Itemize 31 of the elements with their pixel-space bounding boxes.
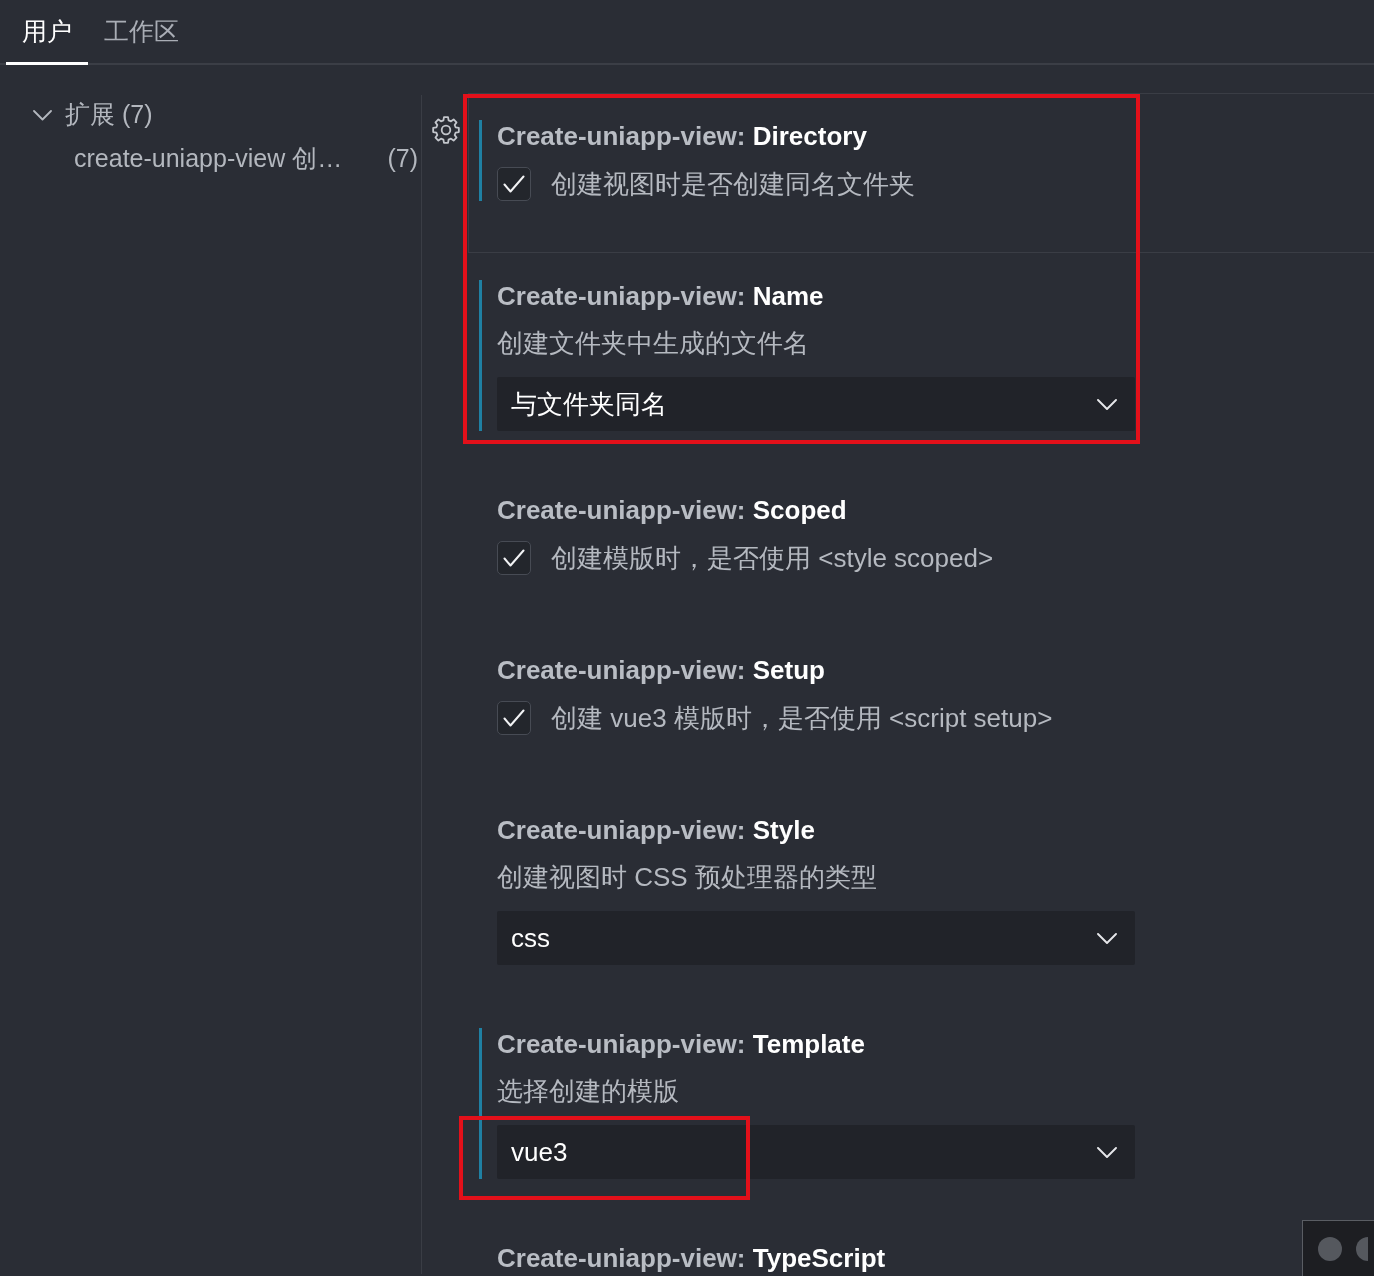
tab[interactable]: 用户 [6, 0, 88, 65]
setting-title: Create-uniapp-view: Template [497, 1028, 865, 1060]
setting-description: 选择创建的模版 [497, 1075, 679, 1107]
checkbox[interactable] [497, 541, 531, 575]
checkbox[interactable] [497, 167, 531, 201]
checkmark-icon [503, 709, 525, 727]
setting-description: 创建视图时 CSS 预处理器的类型 [497, 861, 877, 893]
tree-item[interactable]: 扩展 (7) [0, 93, 421, 137]
checkmark-icon [503, 175, 525, 193]
chevron-down-icon [1097, 398, 1117, 410]
chevron-down-icon [1097, 932, 1117, 944]
setting-title: Create-uniapp-view: Style [497, 814, 815, 846]
tab[interactable]: 工作区 [88, 0, 195, 65]
setting-title: Create-uniapp-view: Name [497, 280, 824, 312]
settings-icon [432, 116, 460, 144]
checkbox[interactable] [497, 701, 531, 735]
setting-title: Create-uniapp-view: Scoped [497, 494, 847, 526]
checkbox-label: 创建视图时是否创建同名文件夹 [551, 168, 915, 200]
tree-item[interactable]: create-uniapp-view 创… (7) [0, 137, 421, 181]
select-dropdown[interactable]: vue3 [497, 1125, 1135, 1179]
select-dropdown[interactable]: 与文件夹同名 [497, 377, 1135, 431]
setting-title: Create-uniapp-view: Directory [497, 120, 867, 152]
checkbox-label: 创建模版时，是否使用 <style scoped> [551, 542, 994, 574]
checkbox-label: 创建 vue3 模版时，是否使用 <script setup> [551, 702, 1053, 734]
select-dropdown[interactable]: css [497, 911, 1135, 965]
circle-icon [1318, 1236, 1342, 1261]
checkmark-icon [503, 549, 525, 567]
setting-description: 创建文件夹中生成的文件名 [497, 327, 809, 359]
setting-title: Create-uniapp-view: TypeScript [497, 1242, 886, 1274]
chevron-down-icon [1097, 1146, 1117, 1158]
setting-title: Create-uniapp-view: Setup [497, 654, 825, 686]
